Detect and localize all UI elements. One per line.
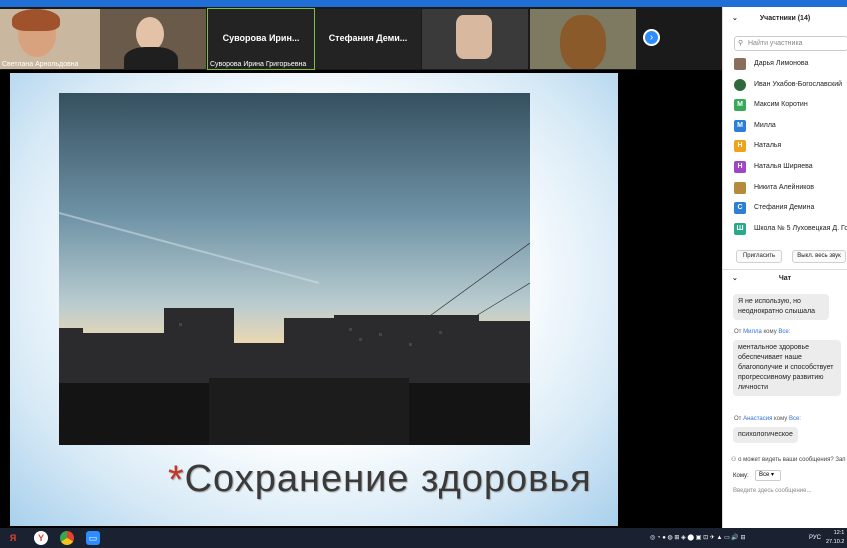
clock-date: 27.10.2: [826, 539, 845, 545]
chat-privacy-note[interactable]: ⚇ о может видеть ваши сообщения? Зап: [731, 456, 846, 463]
sender-name[interactable]: Анастасия: [743, 416, 772, 422]
slide-title-text: Сохранение здоровья: [184, 458, 592, 500]
avatar: [734, 58, 746, 70]
sender-name[interactable]: Милла: [743, 329, 762, 335]
participant-name: Никита Алейников: [754, 183, 814, 191]
chat-message: Я не использую, но неоднократно слышала: [733, 294, 829, 320]
search-placeholder: Найти участника: [748, 40, 803, 47]
recipient-select[interactable]: Все ▾: [755, 470, 781, 481]
video-strip: Светлана Арнольдовна Суворова Ирин... Су…: [0, 7, 722, 70]
chat-header[interactable]: ⌄ Чат: [723, 269, 847, 289]
participant-item[interactable]: Н Наталья Ширяева: [723, 158, 847, 179]
tile-name: Суворова Ирина Григорьевна: [210, 61, 307, 68]
chat-header-label: Чат: [778, 275, 792, 282]
system-tray-icons[interactable]: ◎ ◔ ● ◍ ⊞ ◈ ⬤ ▣ ⊡ ✈ ▲ ▭ 🔊 ⊟: [650, 528, 746, 548]
participant-name: Максим Коротин: [754, 101, 808, 109]
shared-screen: *Сохранение здоровья: [0, 70, 722, 528]
participant-video: [136, 17, 164, 51]
presentation-slide: *Сохранение здоровья: [10, 73, 618, 526]
chat-sender-line: От Анастасия кому Все:: [734, 416, 801, 422]
to-word: кому: [763, 329, 777, 335]
participant-item[interactable]: Никита Алейников: [723, 179, 847, 200]
chevron-down-icon[interactable]: ⌄: [732, 269, 738, 289]
recipient-select-value: Все: [759, 472, 770, 478]
invite-button[interactable]: Пригласить: [736, 250, 782, 263]
search-icon: ⚲: [738, 40, 744, 47]
bullet-asterisk: *: [168, 458, 185, 502]
participant-name: Наталья: [754, 142, 782, 150]
video-tile[interactable]: [422, 9, 528, 69]
chat-message: психологическое: [733, 427, 798, 443]
avatar: Ш: [734, 222, 746, 235]
avatar: [734, 78, 746, 91]
yandex-browser-icon[interactable]: Я: [6, 531, 20, 545]
clock[interactable]: 12:1 27.10.2: [826, 529, 844, 547]
recipient-name[interactable]: Все:: [778, 329, 790, 335]
video-tile-active[interactable]: Суворова Ирин... Суворова Ирина Григорье…: [207, 8, 315, 70]
tile-big-name: Суворова Ирин...: [222, 33, 300, 43]
avatar: [734, 181, 746, 194]
title-strip: [0, 0, 847, 7]
slide-photo: [59, 93, 530, 445]
chevron-down-icon[interactable]: ⌄: [732, 9, 738, 29]
zoom-window: Светлана Арнольдовна Суворова Ирин... Су…: [0, 0, 847, 548]
avatar: Н: [734, 140, 746, 153]
participant-item[interactable]: Дарья Лимонова: [723, 55, 847, 76]
windows-taskbar: Я Y ▭ ◎ ◔ ● ◍ ⊞ ◈ ⬤ ▣ ⊡ ✈ ▲ ▭ 🔊 ⊟ РУС 12…: [0, 528, 847, 548]
participant-name: Милла: [754, 121, 776, 129]
mute-all-button[interactable]: Выкл. весь звук: [792, 250, 846, 263]
recipient-name[interactable]: Все:: [789, 416, 801, 422]
participant-list: Дарья Лимонова Иван Ухабов-Богославский …: [723, 55, 847, 240]
video-tile[interactable]: [530, 9, 636, 69]
participant-name: Стефания Демина: [754, 204, 815, 212]
participant-name: Дарья Лимонова: [754, 60, 809, 67]
people-icon: ⚇: [731, 457, 737, 463]
sunset-buildings-image: [59, 93, 530, 445]
participant-item[interactable]: Иван Ухабов-Богославский: [723, 76, 847, 97]
chat-sender-line: От Милла кому Все:: [734, 329, 790, 335]
chrome-icon[interactable]: [60, 531, 74, 545]
participant-item[interactable]: С Стефания Демина: [723, 199, 847, 220]
participants-header[interactable]: ⌄ Участники (14): [723, 9, 847, 29]
participants-header-label: Участники (14): [759, 15, 811, 22]
language-indicator[interactable]: РУС: [809, 528, 821, 548]
avatar: М: [734, 119, 746, 132]
participant-item[interactable]: М Милла: [723, 117, 847, 138]
avatar: М: [734, 99, 746, 112]
chat-message: ментальное здоровье обеспечивает наше бл…: [733, 340, 841, 396]
participant-item[interactable]: Н Наталья: [723, 137, 847, 158]
participant-body: [124, 47, 178, 69]
yandex-icon[interactable]: Y: [34, 531, 48, 545]
participant-hair: [560, 15, 606, 69]
participant-video: [456, 15, 492, 59]
participant-item[interactable]: М Максим Коротин: [723, 96, 847, 117]
side-panel: ⌄ Участники (14) ⚲ Найти участника Дарья…: [722, 7, 847, 528]
participant-item[interactable]: Ш Школа № 5 Луховецкая Д. Го...: [723, 220, 847, 241]
privacy-note-text: о может видеть ваши сообщения? Зап: [738, 457, 846, 463]
participant-name: Школа № 5 Луховецкая Д. Го...: [754, 224, 847, 232]
tile-big-name: Стефания Деми...: [328, 33, 408, 43]
video-tile[interactable]: Светлана Арнольдовна: [0, 9, 106, 69]
zoom-icon[interactable]: ▭: [86, 531, 100, 545]
participant-name: Наталья Ширяева: [754, 162, 813, 170]
avatar: С: [734, 202, 746, 215]
chevron-right-icon[interactable]: ›: [643, 29, 660, 46]
chevron-down-icon: ▾: [771, 472, 775, 478]
to-label: Кому:: [733, 473, 749, 479]
from-prefix: От: [734, 416, 742, 422]
participant-name: Иван Ухабов-Богославский: [754, 80, 843, 88]
clock-time: 12:1: [833, 530, 845, 536]
video-tile[interactable]: Стефания Деми...: [315, 9, 421, 69]
avatar: Н: [734, 160, 746, 173]
tile-name: Светлана Арнольдовна: [2, 61, 79, 68]
from-prefix: От: [734, 329, 742, 335]
participant-search-input[interactable]: ⚲ Найти участника: [734, 36, 847, 51]
participant-hair: [12, 9, 60, 31]
slide-title: *Сохранение здоровья: [168, 458, 592, 503]
chat-message-input[interactable]: Введите здесь сообщение...: [733, 488, 812, 494]
to-word: кому: [774, 416, 788, 422]
video-tile[interactable]: [100, 9, 206, 69]
